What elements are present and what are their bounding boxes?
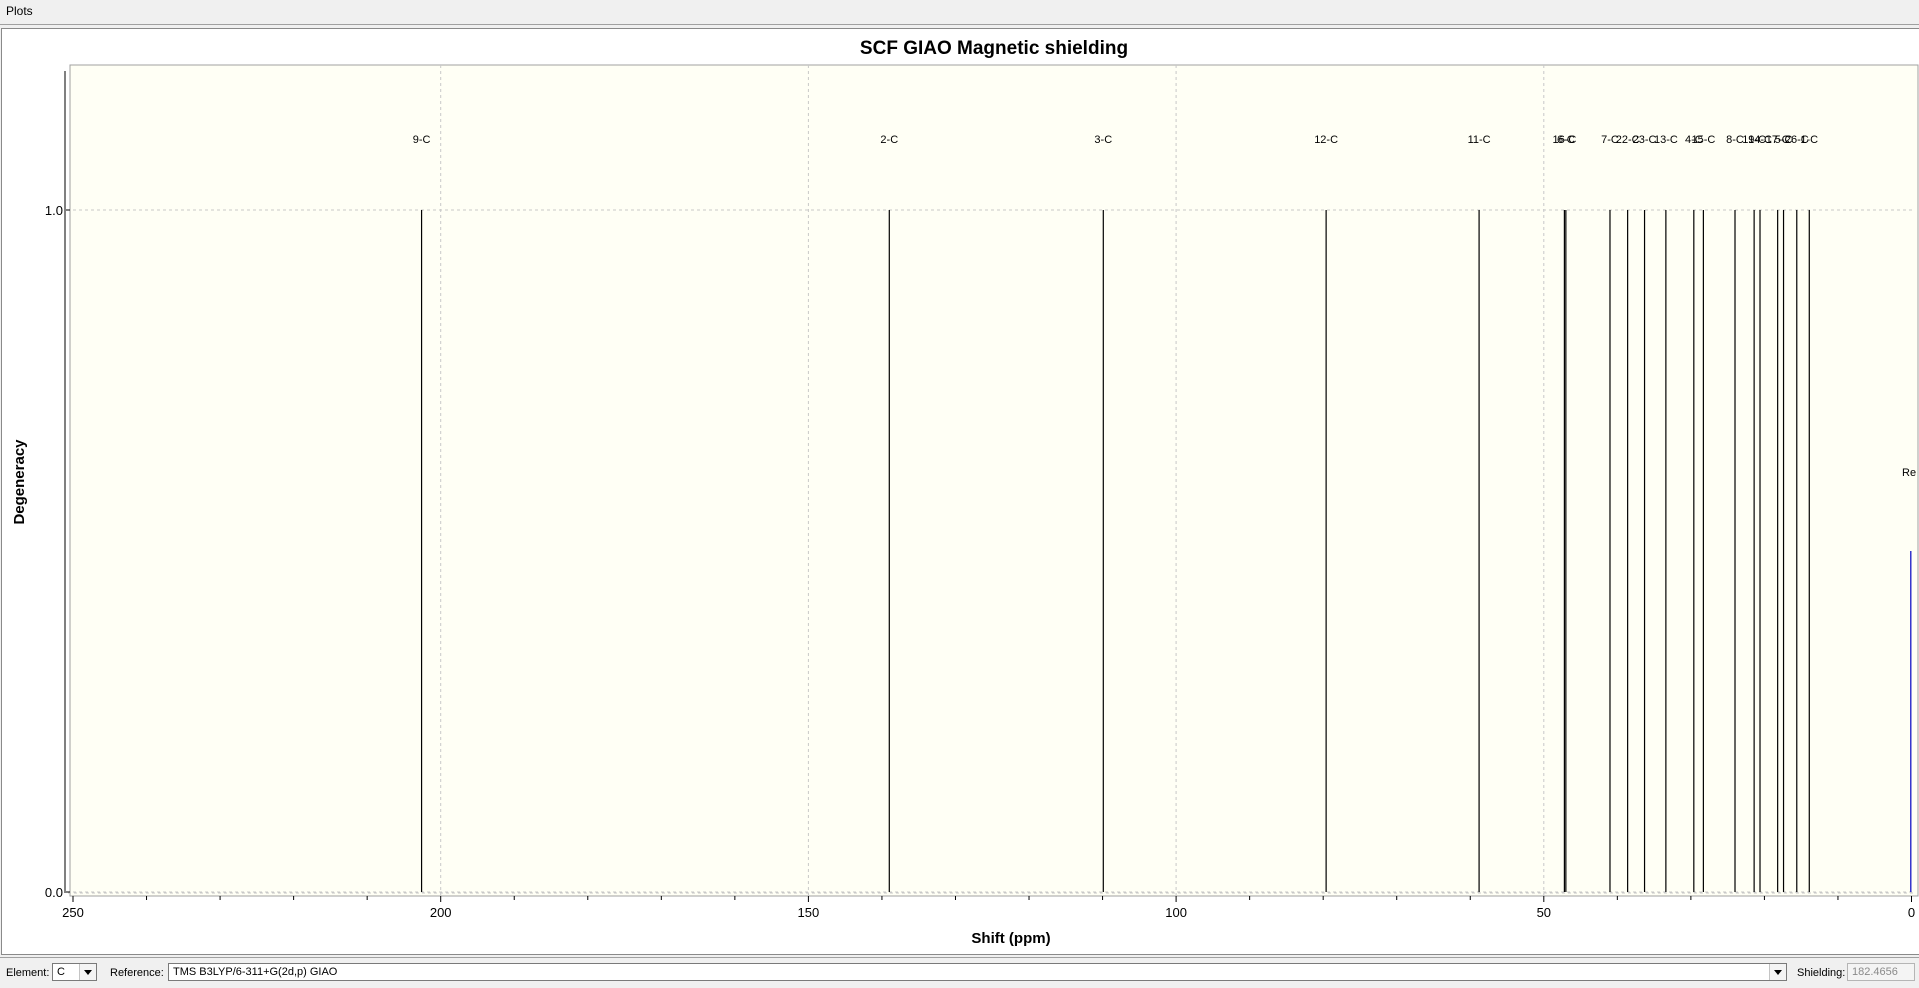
plot-background xyxy=(69,64,1919,897)
peak-label: 13-C xyxy=(1654,134,1678,146)
x-tick-label: 200 xyxy=(430,905,452,920)
y-tick-label: 1.0 xyxy=(45,203,63,218)
x-tick-label: 250 xyxy=(62,905,84,920)
window-titlebar: Plots xyxy=(0,0,1919,25)
x-tick-label: 100 xyxy=(1165,905,1187,920)
reference-select-value: TMS B3LYP/6-311+G(2d,p) GIAO xyxy=(173,966,338,978)
peak-label: 9-C xyxy=(413,134,431,146)
chevron-down-icon[interactable] xyxy=(1769,964,1786,980)
peak-label: 6-C xyxy=(1557,134,1575,146)
peak-label: 23-C xyxy=(1633,134,1657,146)
chevron-down-icon[interactable] xyxy=(79,964,96,980)
reference-select[interactable]: TMS B3LYP/6-311+G(2d,p) GIAO xyxy=(168,963,1787,981)
controls-bar: Element: C Reference: TMS B3LYP/6-311+G(… xyxy=(0,957,1919,988)
plot-area: SCF GIAO Magnetic shielding 250 200 150 100 5… xyxy=(1,28,1919,955)
peak-label: 1-C xyxy=(1800,134,1818,146)
shielding-field: 182.4656 xyxy=(1847,963,1915,981)
x-tick-label: 50 xyxy=(1537,905,1551,920)
element-label: Element: xyxy=(6,967,50,979)
y-axis-label: Degeneracy xyxy=(11,439,28,525)
shielding-label: Shielding: xyxy=(1797,967,1846,979)
spectrum-chart: SCF GIAO Magnetic shielding 250 200 150 100 5… xyxy=(11,38,1919,947)
shielding-value: 182.4656 xyxy=(1852,966,1898,978)
chart-title: SCF GIAO Magnetic shielding xyxy=(860,38,1128,59)
window-title: Plots xyxy=(6,4,33,18)
x-tick-label: 150 xyxy=(798,905,820,920)
x-axis-label: Shift (ppm) xyxy=(971,930,1050,947)
peak-label: 12-C xyxy=(1314,134,1338,146)
peak-label: 11-C xyxy=(1468,134,1491,146)
element-select[interactable]: C xyxy=(52,963,97,981)
x-tick-label: 0 xyxy=(1908,905,1915,920)
peak-label: 2-C xyxy=(880,134,898,146)
reference-label: Re xyxy=(1902,467,1916,479)
peak-label: 15-C xyxy=(1691,134,1715,146)
peak-label: 3-C xyxy=(1094,134,1112,146)
y-tick-label: 0.0 xyxy=(45,885,63,900)
reference-label: Reference: xyxy=(110,967,164,979)
element-select-value: C xyxy=(57,966,65,978)
